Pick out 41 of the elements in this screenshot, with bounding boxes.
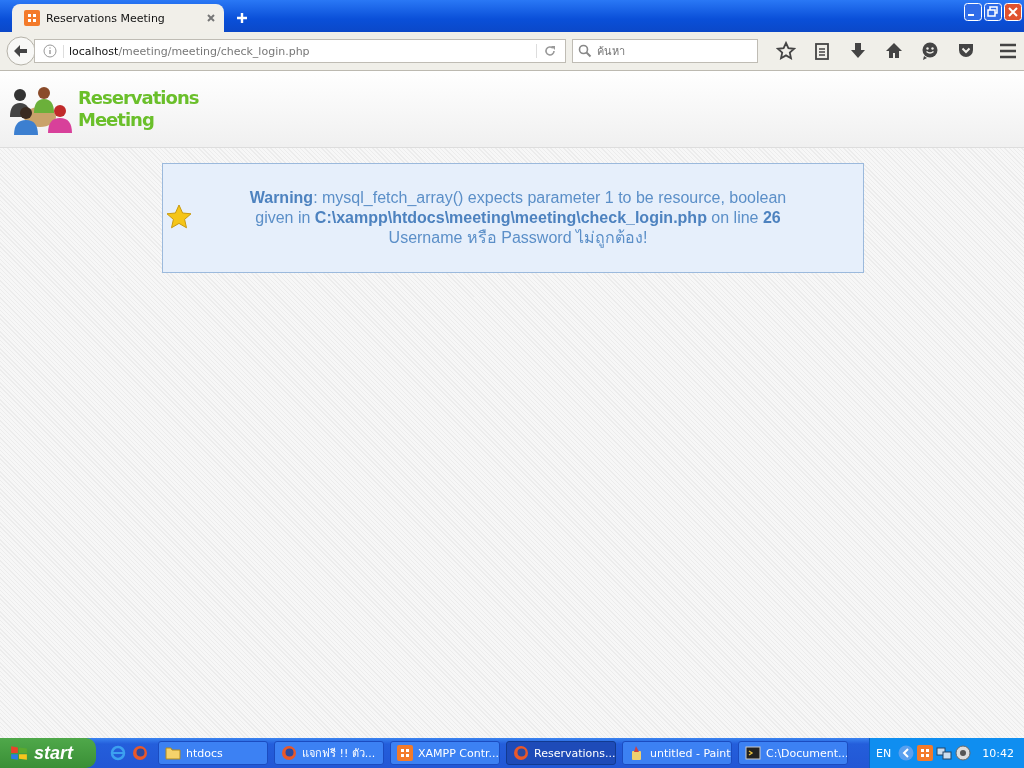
- clock: 10:42: [982, 746, 1014, 760]
- console-icon: [745, 745, 761, 761]
- site-logo-text: Meeting: [78, 109, 155, 131]
- taskbar-button[interactable]: untitled - Paint: [622, 741, 732, 765]
- taskbar-button[interactable]: htdocs: [158, 741, 268, 765]
- minimize-icon[interactable]: [964, 3, 982, 21]
- disc-icon[interactable]: [955, 745, 972, 761]
- url-path: /meeting/meeting/check_login.php: [118, 44, 310, 58]
- warning-text: Warning: mysql_fetch_array() expects parameter 1 to be resource, boolean given in C:\xampp\htdocs\meeting\meeting\check_login.php on line 26: [248, 188, 788, 228]
- home-icon[interactable]: [884, 41, 904, 61]
- app-icon: [397, 745, 413, 761]
- app-icon[interactable]: [917, 745, 934, 761]
- url-host: localhost: [69, 44, 119, 58]
- app-icon: [24, 10, 40, 26]
- browser-tab[interactable]: Reservations Meeting: [12, 4, 224, 32]
- start-button[interactable]: start: [0, 738, 96, 768]
- menu-icon[interactable]: [998, 41, 1018, 61]
- address-bar[interactable]: localhost/meeting/meeting/check_login.php: [34, 39, 566, 63]
- reload-icon[interactable]: [536, 44, 557, 58]
- close-icon[interactable]: [1004, 3, 1022, 21]
- star-icon: [165, 204, 193, 232]
- taskbar-button[interactable]: แจกฟรี !! ตัว...: [274, 741, 384, 765]
- smiley-icon[interactable]: [920, 41, 940, 61]
- star-icon[interactable]: [776, 41, 796, 61]
- network-icon[interactable]: [936, 745, 953, 761]
- close-tab-icon[interactable]: [206, 13, 216, 23]
- taskbar-button[interactable]: Reservations...: [506, 741, 616, 765]
- search-field[interactable]: ค้นหา: [572, 39, 758, 63]
- folder-icon: [165, 745, 181, 761]
- error-message: Username หรือ Password ไม่ถูกต้อง!: [387, 228, 649, 248]
- new-tab-icon[interactable]: [236, 12, 248, 24]
- clipboard-icon[interactable]: [812, 41, 832, 61]
- taskbar-button[interactable]: XAMPP Contr...: [390, 741, 500, 765]
- chevron-icon[interactable]: [898, 745, 915, 761]
- restore-icon[interactable]: [984, 3, 1002, 21]
- windows-logo-icon: [10, 744, 28, 762]
- search-icon: [578, 44, 592, 58]
- language-indicator[interactable]: EN: [876, 746, 892, 760]
- back-icon[interactable]: [6, 36, 36, 66]
- site-logo-text: Reservations: [78, 87, 199, 109]
- taskbar-button[interactable]: C:\Document...: [738, 741, 848, 765]
